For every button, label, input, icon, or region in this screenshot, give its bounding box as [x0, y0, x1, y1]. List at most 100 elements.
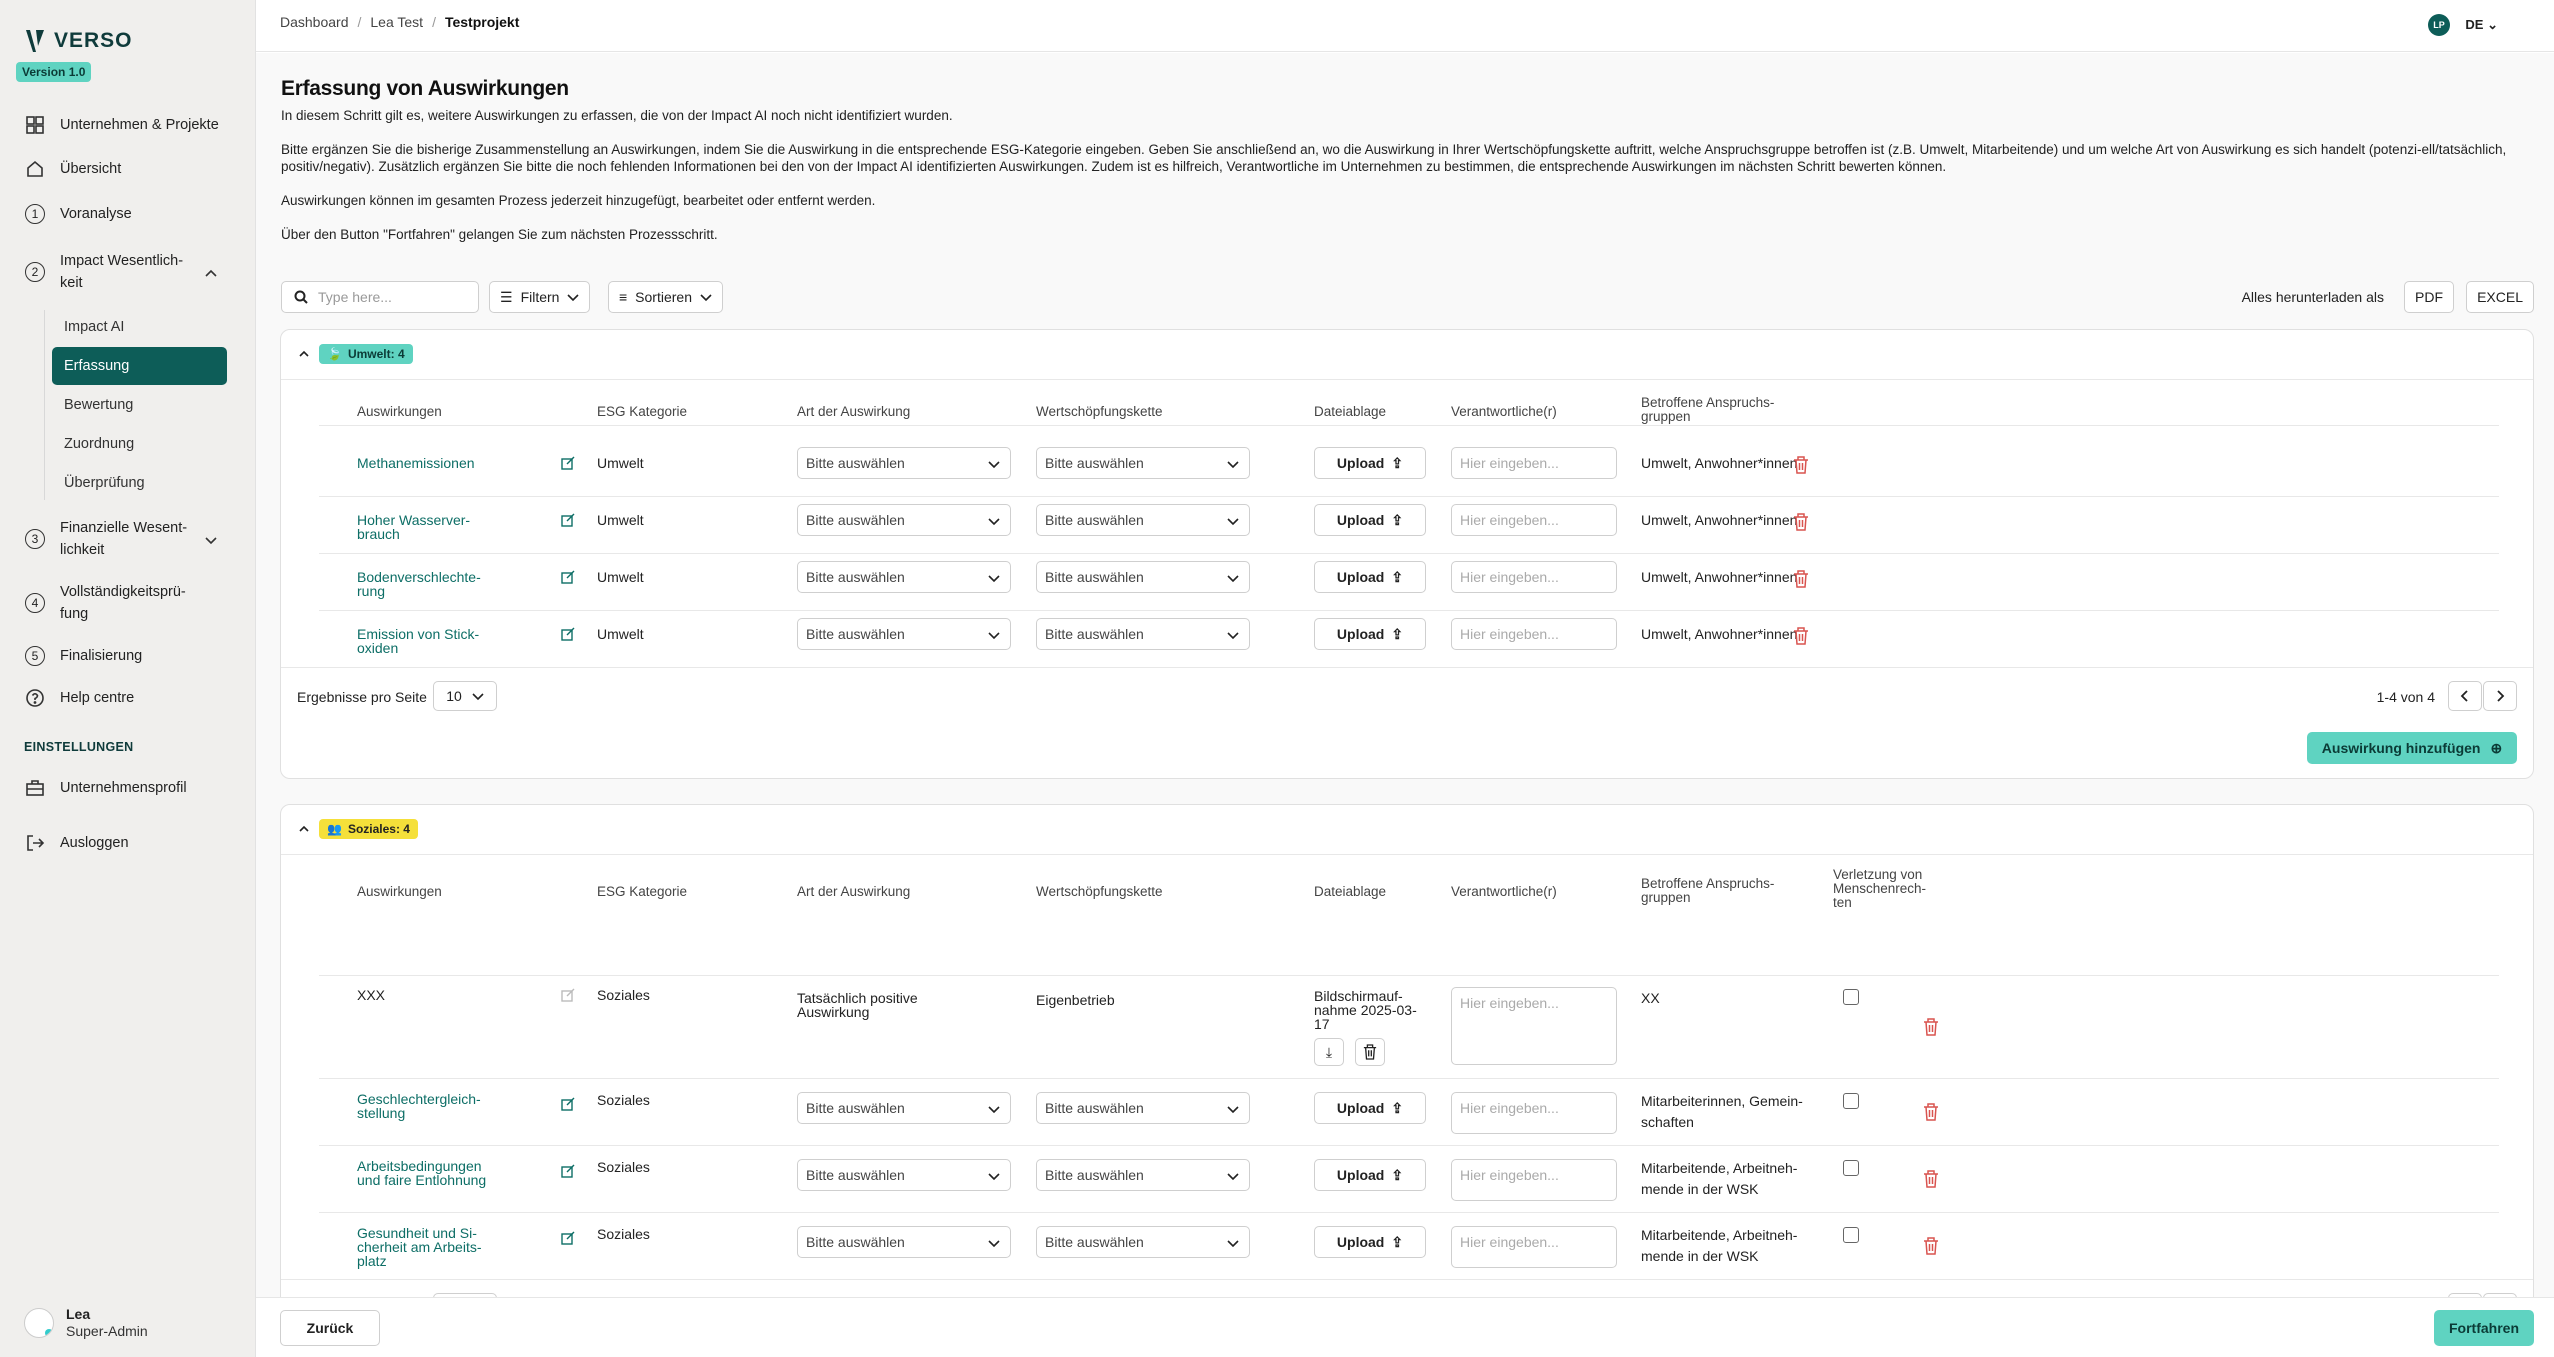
- value-chain-select[interactable]: Bitte auswählen: [1036, 561, 1250, 593]
- page-title: Erfassung von Auswirkungen: [281, 77, 569, 100]
- impact-type-select[interactable]: Bitte auswählen: [797, 447, 1011, 479]
- filter-button[interactable]: ☰ Filtern: [489, 281, 591, 313]
- responsible-input[interactable]: Hier eingeben...: [1451, 618, 1617, 650]
- human-rights-checkbox[interactable]: [1843, 1160, 1859, 1176]
- trash-icon[interactable]: [1793, 513, 1809, 531]
- trash-icon[interactable]: [1923, 1103, 1939, 1121]
- download-pdf-button[interactable]: PDF: [2404, 281, 2454, 313]
- impact-type-select[interactable]: Bitte auswählen: [797, 618, 1011, 650]
- edit-icon[interactable]: [561, 570, 575, 584]
- impact-type-select[interactable]: Bitte auswählen: [797, 1092, 1011, 1124]
- edit-icon[interactable]: [561, 1231, 575, 1245]
- responsible-input[interactable]: Hier eingeben...: [1451, 1092, 1617, 1134]
- nav-help[interactable]: Help centre: [24, 687, 134, 709]
- nav-financial-materiality[interactable]: 3 Finanzielle Wesent-lichkeit: [24, 517, 190, 561]
- edit-icon[interactable]: [561, 988, 575, 1002]
- responsible-input[interactable]: Hier eingeben...: [1451, 1226, 1617, 1268]
- user-profile[interactable]: Lea Super-Admin: [24, 1306, 148, 1340]
- nav-company-profile[interactable]: Unternehmensprofil: [24, 777, 187, 799]
- subnav-bewertung[interactable]: Bewertung: [52, 386, 227, 424]
- subnav-impact-ai[interactable]: Impact AI: [52, 308, 227, 346]
- value-chain-select[interactable]: Bitte auswählen: [1036, 1226, 1250, 1258]
- responsible-input[interactable]: Hier eingeben...: [1451, 447, 1617, 479]
- edit-icon[interactable]: [561, 1097, 575, 1111]
- edit-icon[interactable]: [561, 1164, 575, 1178]
- impact-name[interactable]: Geschlechtergleich-stellung: [357, 1092, 492, 1120]
- crumb-company[interactable]: Lea Test: [370, 14, 423, 30]
- impact-type-select[interactable]: Bitte auswählen: [797, 504, 1011, 536]
- trash-icon[interactable]: [1923, 1018, 1939, 1036]
- impact-type-select[interactable]: Bitte auswählen: [797, 1159, 1011, 1191]
- chevron-down-icon[interactable]: [204, 533, 218, 547]
- crumb-dashboard[interactable]: Dashboard: [280, 14, 349, 30]
- responsible-input[interactable]: Hier eingeben...: [1451, 504, 1617, 536]
- upload-button[interactable]: Upload ⇪: [1314, 1226, 1426, 1258]
- impact-name[interactable]: Bodenverschlechte-rung: [357, 570, 487, 598]
- upload-label: Upload: [1336, 1167, 1385, 1183]
- impact-name[interactable]: Emission von Stick-oxiden: [357, 627, 487, 655]
- nav-overview[interactable]: Übersicht: [24, 158, 121, 180]
- nav-impact-materiality[interactable]: 2 Impact Wesentlich-keit: [24, 250, 190, 294]
- nav-finalization[interactable]: 5 Finalisierung: [24, 645, 142, 667]
- prev-page-button[interactable]: [2448, 681, 2482, 711]
- section-header[interactable]: 👥 Soziales: 4: [299, 819, 418, 839]
- add-impact-button[interactable]: Auswirkung hinzufügen ⊕: [2307, 732, 2517, 764]
- delete-file-button[interactable]: [1355, 1038, 1385, 1066]
- sort-button[interactable]: ≡ Sortieren: [608, 281, 723, 313]
- responsible-input[interactable]: Hier eingeben...: [1451, 561, 1617, 593]
- per-page-select[interactable]: 10: [433, 681, 497, 711]
- trash-icon[interactable]: [1793, 570, 1809, 588]
- upload-button[interactable]: Upload ⇪: [1314, 618, 1426, 650]
- chevron-down-icon: [700, 294, 712, 302]
- edit-icon[interactable]: [561, 456, 575, 470]
- chevron-up-icon[interactable]: [299, 349, 309, 359]
- nav-completeness[interactable]: 4 Vollständigkeitsprü-fung: [24, 581, 190, 625]
- chevron-up-icon[interactable]: [299, 824, 309, 834]
- human-rights-checkbox[interactable]: [1843, 1227, 1859, 1243]
- download-excel-button[interactable]: EXCEL: [2466, 281, 2534, 313]
- impact-type-select[interactable]: Bitte auswählen: [797, 561, 1011, 593]
- impact-name[interactable]: Gesundheit und Si-cherheit am Arbeits-pl…: [357, 1226, 487, 1268]
- back-button[interactable]: Zurück: [280, 1310, 380, 1346]
- impact-name[interactable]: Methanemissionen: [357, 456, 497, 470]
- logo[interactable]: VERSO: [24, 28, 133, 54]
- upload-button[interactable]: Upload ⇪: [1314, 1159, 1426, 1191]
- nav-companies-projects[interactable]: Unternehmen & Projekte: [24, 114, 219, 136]
- edit-icon[interactable]: [561, 513, 575, 527]
- value-chain-select[interactable]: Bitte auswählen: [1036, 447, 1250, 479]
- value-chain-select[interactable]: Bitte auswählen: [1036, 504, 1250, 536]
- value-chain-select[interactable]: Bitte auswählen: [1036, 1159, 1250, 1191]
- continue-button[interactable]: Fortfahren: [2434, 1310, 2534, 1346]
- value-chain-select[interactable]: Bitte auswählen: [1036, 1092, 1250, 1124]
- upload-button[interactable]: Upload ⇪: [1314, 504, 1426, 536]
- responsible-textarea[interactable]: Hier eingeben...: [1451, 987, 1617, 1065]
- next-page-button[interactable]: [2483, 681, 2517, 711]
- subnav-zuordnung[interactable]: Zuordnung: [52, 425, 227, 463]
- subnav-erfassung[interactable]: Erfassung: [52, 347, 227, 385]
- human-rights-checkbox[interactable]: [1843, 1093, 1859, 1109]
- language-select[interactable]: DE ⌄: [2465, 17, 2498, 33]
- trash-icon[interactable]: [1793, 627, 1809, 645]
- trash-icon[interactable]: [1793, 456, 1809, 474]
- human-rights-checkbox[interactable]: [1843, 989, 1859, 1005]
- edit-icon[interactable]: [561, 627, 575, 641]
- value-chain-select[interactable]: Bitte auswählen: [1036, 618, 1250, 650]
- trash-icon[interactable]: [1923, 1237, 1939, 1255]
- upload-button[interactable]: Upload ⇪: [1314, 1092, 1426, 1124]
- search-input[interactable]: Type here...: [281, 281, 479, 313]
- nav-logout[interactable]: Ausloggen: [24, 832, 129, 854]
- download-file-button[interactable]: ⤓: [1314, 1038, 1344, 1066]
- upload-button[interactable]: Upload ⇪: [1314, 447, 1426, 479]
- chevron-up-icon[interactable]: [204, 266, 218, 280]
- impact-type-select[interactable]: Bitte auswählen: [797, 1226, 1011, 1258]
- upload-button[interactable]: Upload ⇪: [1314, 561, 1426, 593]
- trash-icon[interactable]: [1923, 1170, 1939, 1188]
- nav-preanalysis[interactable]: 1 Voranalyse: [24, 203, 132, 225]
- col-header-chain: Wertschöpfungskette: [1036, 404, 1163, 419]
- section-header[interactable]: 🍃 Umwelt: 4: [299, 344, 413, 364]
- impact-name[interactable]: Arbeitsbedingungen und faire Entlohnung: [357, 1159, 497, 1187]
- impact-name[interactable]: Hoher Wasserver-brauch: [357, 513, 482, 541]
- subnav-ueberpruefung[interactable]: Überprüfung: [52, 464, 227, 502]
- user-initials-avatar[interactable]: LP: [2428, 14, 2450, 36]
- responsible-input[interactable]: Hier eingeben...: [1451, 1159, 1617, 1201]
